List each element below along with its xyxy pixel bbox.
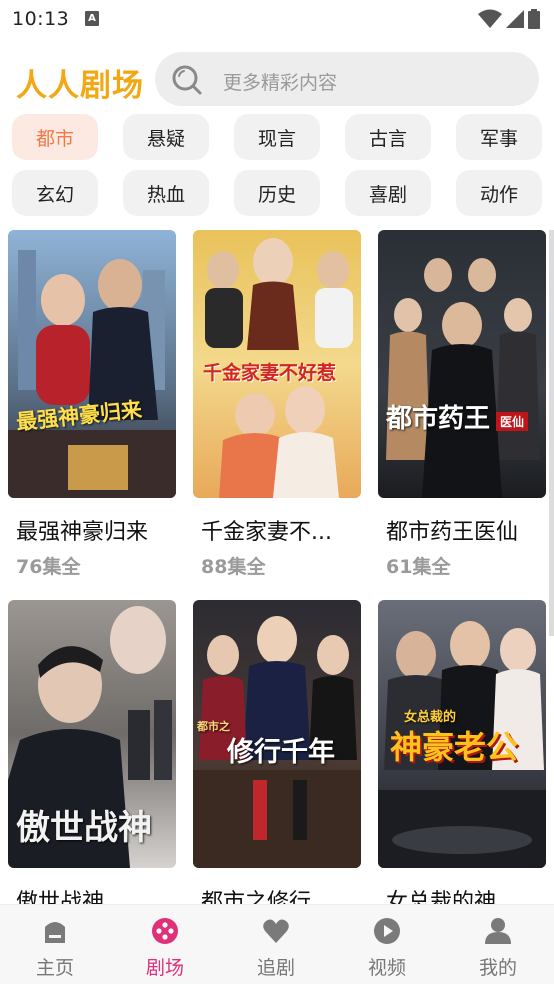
search-icon — [172, 65, 202, 95]
app-title: 人人剧场 — [16, 68, 144, 104]
notification-icon: A — [85, 11, 99, 26]
profile-icon — [485, 918, 511, 944]
poster-image — [8, 230, 176, 498]
search-input[interactable]: 更多精彩内容 — [155, 52, 539, 106]
poster-badge: 医仙 — [496, 412, 529, 431]
play-icon — [374, 918, 400, 944]
drama-poster[interactable]: 傲世战神 — [8, 600, 176, 868]
nav-item-theater[interactable]: 剧场 — [110, 905, 220, 985]
heart-icon — [263, 919, 289, 943]
drama-card[interactable]: 千金家妻不好惹 千金家妻不... 88集全 — [193, 230, 361, 578]
status-icons — [478, 9, 540, 29]
drama-title[interactable]: 千金家妻不... — [201, 514, 369, 546]
poster-caption: 神豪老公 — [390, 728, 519, 766]
poster-prefix: 都市之 — [197, 720, 230, 733]
drama-title[interactable]: 傲世战神 — [16, 884, 184, 904]
drama-title[interactable]: 都市之修行 — [201, 884, 369, 904]
drama-episodes: 76集全 — [16, 556, 81, 578]
poster-caption: 千金家妻不好惹 — [203, 362, 337, 384]
scrollbar[interactable] — [549, 230, 554, 636]
drama-grid: 最强神豪归来 最强神豪归来 76集全 千金家妻不好惹 千金家妻不... 88集全… — [0, 230, 554, 904]
drama-card[interactable]: 傲世战神 傲世战神 — [8, 600, 176, 904]
poster-caption: 都市药王 — [386, 404, 491, 434]
nav-item-profile[interactable]: 我的 — [443, 905, 553, 985]
drama-poster[interactable]: 都市药王 医仙 — [378, 230, 546, 498]
category-chip-dushi[interactable]: 都市 — [12, 114, 98, 160]
nav-item-following[interactable]: 追剧 — [221, 905, 331, 985]
drama-card[interactable]: 都市之 修行千年 都市之修行 — [193, 600, 361, 904]
drama-card[interactable]: 最强神豪归来 最强神豪归来 76集全 — [8, 230, 176, 578]
drama-title[interactable]: 都市药王医仙 — [386, 514, 554, 546]
poster-image — [378, 230, 546, 498]
drama-poster[interactable]: 最强神豪归来 — [8, 230, 176, 498]
nav-item-video[interactable]: 视频 — [332, 905, 442, 985]
category-tabs: 都市 悬疑 现言 古言 军事 玄幻 热血 历史 喜剧 动作 — [0, 114, 554, 230]
header: 人人剧场 更多精彩内容 — [0, 46, 554, 114]
drama-title[interactable]: 最强神豪归来 — [16, 514, 184, 546]
poster-caption: 修行千年 — [227, 737, 335, 768]
nav-label: 我的 — [478, 957, 517, 979]
category-chip-lishi[interactable]: 历史 — [234, 170, 320, 216]
drama-poster[interactable]: 都市之 修行千年 — [193, 600, 361, 868]
drama-poster[interactable]: 千金家妻不好惹 — [193, 230, 361, 498]
signal-icon — [506, 10, 524, 28]
search-placeholder: 更多精彩内容 — [223, 72, 338, 94]
home-icon — [45, 922, 65, 943]
theater-icon — [152, 918, 178, 944]
status-time: 10:13 — [12, 8, 70, 30]
drama-card[interactable]: 女总裁的 神豪老公 女总裁的神 — [378, 600, 546, 904]
nav-item-home[interactable]: 主页 — [0, 905, 110, 985]
drama-episodes: 88集全 — [201, 556, 266, 578]
drama-card[interactable]: 都市药王 医仙 都市药王医仙 61集全 — [378, 230, 546, 578]
category-chip-dongzuo[interactable]: 动作 — [456, 170, 542, 216]
nav-label: 视频 — [367, 957, 406, 979]
wifi-icon — [478, 9, 502, 28]
nav-label: 主页 — [35, 957, 74, 979]
category-chip-xiju[interactable]: 喜剧 — [345, 170, 431, 216]
category-chip-xianyan[interactable]: 现言 — [234, 114, 320, 160]
drama-title[interactable]: 女总裁的神 — [386, 884, 554, 904]
nav-label: 剧场 — [145, 957, 184, 979]
nav-label: 追剧 — [256, 957, 295, 979]
category-chip-guyan[interactable]: 古言 — [345, 114, 431, 160]
drama-poster[interactable]: 女总裁的 神豪老公 — [378, 600, 546, 868]
category-chip-rexue[interactable]: 热血 — [123, 170, 209, 216]
poster-caption: 傲世战神 — [16, 808, 152, 848]
drama-episodes: 61集全 — [386, 556, 451, 578]
bottom-nav: 主页 剧场 追剧 视频 我的 — [0, 904, 554, 984]
category-chip-junshi[interactable]: 军事 — [456, 114, 542, 160]
category-chip-xuanyi[interactable]: 悬疑 — [123, 114, 209, 160]
category-chip-xuanhuan[interactable]: 玄幻 — [12, 170, 98, 216]
battery-icon — [528, 9, 540, 29]
status-bar: 10:13 A — [0, 0, 554, 40]
